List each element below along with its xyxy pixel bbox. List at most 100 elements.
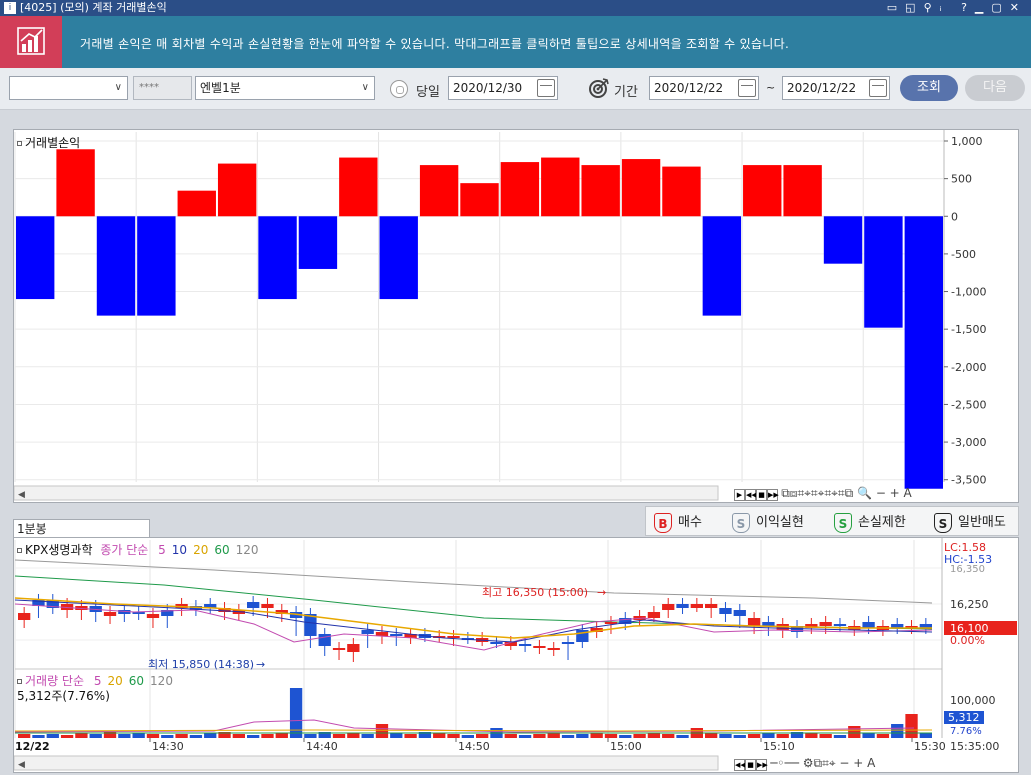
calendar-icon[interactable] [537,79,555,97]
candle-body[interactable] [533,646,546,648]
volume-bar[interactable] [146,734,160,738]
pnl-bar[interactable] [783,165,822,217]
rewind-icon[interactable]: ◀◀ [734,759,746,771]
candle-body[interactable] [662,604,675,610]
scroll-left-icon[interactable]: ◀ [18,490,25,500]
volume-bar[interactable] [75,733,88,738]
pnl-bar[interactable] [419,165,459,217]
pnl-bar[interactable] [258,216,297,300]
candle-body[interactable] [247,602,260,608]
candle-body[interactable] [390,634,403,636]
volume-bar[interactable] [876,734,890,738]
pnl-bar[interactable] [823,216,863,264]
volume-bar[interactable] [905,714,918,738]
rewind-icon[interactable]: ◀◀ [745,489,757,501]
pnl-bar[interactable] [137,216,176,316]
search-button[interactable]: 조회 [900,75,958,101]
volume-bar[interactable] [504,734,517,738]
volume-bar[interactable] [18,734,31,738]
volume-bar[interactable] [533,734,546,738]
candle-body[interactable] [762,622,775,626]
volume-bar[interactable] [390,733,403,738]
to-date-input[interactable]: 2020/12/22 [782,76,890,100]
volume-bar[interactable] [662,734,675,738]
product-select[interactable]: 엔벨1분 ∨ [195,76,375,100]
volume-bar[interactable] [719,734,732,738]
candle-body[interactable] [146,614,160,618]
pnl-bar[interactable] [379,216,418,300]
volume-bar[interactable] [805,733,818,738]
volume-bar[interactable] [476,734,489,738]
pnl-bar[interactable] [177,190,216,217]
volume-bar[interactable] [433,733,446,738]
volume-bar[interactable] [361,734,374,738]
candle-body[interactable] [733,610,746,616]
volume-bar[interactable] [304,734,317,738]
tab-1min-candle[interactable]: 1분봉 [13,519,150,538]
volume-bar[interactable] [919,733,932,738]
password-field[interactable]: **** [133,76,192,100]
pnl-bar[interactable] [339,157,378,217]
price-volume-chart[interactable]: 최고 16,350 (15:00) →최저 15,850 (14:38) →LC:1… [14,538,1020,774]
candle-body[interactable] [561,642,575,644]
volume-bar[interactable] [447,734,460,738]
volume-bar[interactable] [590,733,603,738]
volume-bar[interactable] [819,734,832,738]
volume-bar[interactable] [189,735,203,738]
candle-body[interactable] [676,604,689,608]
pnl-bar[interactable] [904,216,943,489]
volume-bar[interactable] [705,733,718,738]
volume-bar[interactable] [232,734,245,738]
candle-body[interactable] [833,624,847,626]
volume-bar[interactable] [204,733,217,738]
pnl-bar[interactable] [96,216,136,316]
volume-bar[interactable] [375,724,389,738]
volume-bar[interactable] [518,735,532,738]
candle-body[interactable] [261,604,274,608]
horizontal-scrollbar[interactable] [14,755,719,771]
volume-bar[interactable] [347,733,360,738]
pnl-bar[interactable] [864,216,903,328]
candle-body[interactable] [690,604,703,608]
scroll-left-icon[interactable]: ◀ [18,760,25,770]
volume-bar[interactable] [89,734,102,738]
pnl-bar[interactable] [743,165,782,217]
volume-bar[interactable] [733,735,746,738]
stop-icon[interactable]: ■ [756,489,767,501]
candle-body[interactable] [819,622,832,626]
candle-body[interactable] [375,632,389,636]
pnl-bar[interactable] [56,149,95,217]
candle-body[interactable] [547,648,560,650]
volume-bar[interactable] [461,735,474,738]
volume-bar[interactable] [891,724,904,738]
volume-bar[interactable] [132,733,145,738]
pnl-bar[interactable] [298,216,338,269]
calendar-icon[interactable] [738,79,756,97]
volume-bar[interactable] [604,734,618,738]
candle-body[interactable] [361,630,374,634]
stop-icon[interactable]: ■ [745,759,756,771]
pnl-chart-toolbar[interactable]: ▶ ◀◀■ ▶▶ ⧉⧈⌗⌖⌗⌖⌗⌖⌗⧉ 🔍 − + A [734,486,1018,502]
horizontal-scrollbar[interactable] [14,485,719,501]
candle-body[interactable] [647,612,661,618]
pnl-chart[interactable]: 1,000 500 0 -500 -1,000 -1,500 -2,000 -2,500 -3,… [14,130,1020,504]
pnl-bar[interactable] [500,162,540,217]
scroll-right-icon[interactable]: ▶ [734,489,745,501]
candle-body[interactable] [447,636,460,638]
chart-tools-icon[interactable]: ⧉⧈⌗⌖⌗⌖⌗⌖⌗⧉ 🔍 − + A [781,486,912,500]
volume-bar[interactable] [261,734,274,738]
pnl-bar[interactable] [621,159,661,217]
volume-bar[interactable] [848,726,861,738]
pnl-bar[interactable] [16,216,55,300]
volume-bar[interactable] [747,734,761,738]
candle-body[interactable] [719,608,732,614]
volume-bar[interactable] [762,733,775,738]
pnl-bar[interactable] [217,163,257,217]
volume-bar[interactable] [118,734,131,738]
next-button[interactable]: 다음 [965,75,1025,101]
chart-tools-icon[interactable]: ─◦── ⚙⧉⌗⌖ − + A [770,756,875,770]
volume-bar[interactable] [833,735,847,738]
fast-forward-icon[interactable]: ▶▶ [756,759,768,771]
candle-body[interactable] [705,604,718,608]
pnl-bar[interactable] [662,166,701,217]
